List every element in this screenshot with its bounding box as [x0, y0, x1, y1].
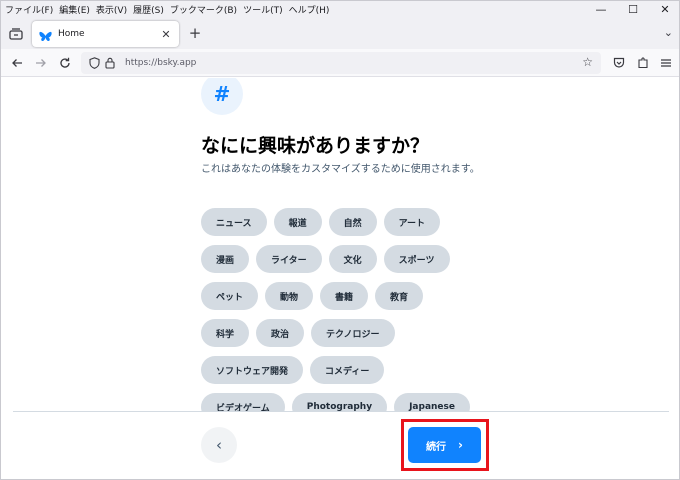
tab-home[interactable]: Home ✕ — [32, 21, 179, 47]
interest-chip-art[interactable]: アート — [383, 208, 441, 236]
back-arrow-icon[interactable] — [8, 54, 26, 72]
interest-chip-japanese[interactable]: Japanese — [394, 393, 470, 411]
interest-chip-technology[interactable]: テクノロジー — [311, 319, 395, 347]
interest-chip-writers[interactable]: ライター — [256, 245, 322, 273]
forward-arrow-icon[interactable] — [32, 54, 50, 72]
menu-tools[interactable]: ツール(T) — [243, 3, 283, 16]
footer-divider — [13, 411, 669, 412]
interest-chip-software-dev[interactable]: ソフトウェア開発 — [201, 356, 304, 384]
chip-row: ビデオゲーム Photography Japanese — [201, 393, 501, 411]
chevron-left-icon: ‹ — [216, 436, 222, 454]
reload-icon[interactable] — [56, 54, 74, 72]
chip-row: ソフトウェア開発 コメディー — [201, 356, 501, 384]
bluesky-butterfly-icon — [39, 28, 52, 42]
chevron-right-icon: › — [458, 438, 463, 452]
page-title: なにに興味がありますか？ — [201, 135, 430, 157]
interest-chip-news[interactable]: ニュース — [201, 208, 267, 236]
chip-row: 科学 政治 テクノロジー — [201, 319, 501, 347]
interest-chip-comedy[interactable]: コメディー — [310, 356, 385, 384]
save-to-pocket-icon[interactable] — [610, 54, 628, 72]
overflow-menu-icon[interactable] — [657, 54, 675, 72]
extensions-icon[interactable] — [634, 54, 652, 72]
tab-title: Home — [58, 29, 85, 39]
interest-chip-sports[interactable]: スポーツ — [383, 245, 450, 273]
menu-help[interactable]: ヘルプ(H) — [289, 3, 330, 16]
menu-bar: ファイル(F) 編集(E) 表示(V) 履歴(S) ブックマーク(B) ツール(… — [1, 1, 679, 18]
interest-chip-pets[interactable]: ペット — [201, 282, 259, 310]
new-tab-button[interactable]: + — [187, 24, 203, 42]
interest-chips: ニュース 報道 自然 アート 漫画 ライター 文化 スポーツ ペット 動物 書籍… — [201, 208, 501, 411]
browser-window: ファイル(F) 編集(E) 表示(V) 履歴(S) ブックマーク(B) ツール(… — [0, 0, 680, 480]
back-button[interactable]: ‹ — [201, 427, 237, 463]
interest-chip-education[interactable]: 教育 — [375, 282, 424, 310]
tab-list-icon[interactable] — [6, 25, 26, 43]
continue-button[interactable]: 続行 › — [408, 427, 481, 463]
menu-view[interactable]: 表示(V) — [96, 3, 127, 16]
chip-row: ペット 動物 書籍 教育 — [201, 282, 501, 310]
chevron-down-icon[interactable]: ⌄ — [664, 26, 673, 39]
menu-edit[interactable]: 編集(E) — [59, 3, 90, 16]
interest-chip-journalism[interactable]: 報道 — [273, 208, 322, 236]
chip-row: 漫画 ライター 文化 スポーツ — [201, 245, 501, 273]
hash-icon: # — [201, 78, 243, 115]
interest-chip-politics[interactable]: 政治 — [256, 319, 305, 347]
interest-chip-photography[interactable]: Photography — [291, 393, 388, 411]
page-content: # なにに興味がありますか？ これはあなたの体験をカスタマイズするために使用され… — [1, 78, 679, 479]
bookmark-star-icon[interactable]: ☆ — [582, 55, 593, 69]
interest-chip-animals[interactable]: 動物 — [265, 282, 314, 310]
interest-chip-books[interactable]: 書籍 — [320, 282, 369, 310]
lock-icon[interactable] — [103, 56, 117, 70]
chip-row: ニュース 報道 自然 アート — [201, 208, 501, 236]
page-subtitle: これはあなたの体験をカスタマイズするために使用されます。 — [201, 164, 480, 175]
minimize-button[interactable]: — — [585, 1, 617, 18]
tab-close-icon[interactable]: ✕ — [158, 28, 174, 41]
menu-file[interactable]: ファイル(F) — [5, 3, 53, 16]
navigation-bar: https://bsky.app ☆ — [1, 49, 679, 77]
close-window-button[interactable]: ✕ — [649, 1, 679, 18]
url-text[interactable]: https://bsky.app — [125, 58, 196, 68]
interest-chip-video-games[interactable]: ビデオゲーム — [201, 393, 285, 411]
window-controls: — ☐ ✕ — [585, 1, 679, 18]
url-bar[interactable]: https://bsky.app ☆ — [81, 52, 601, 74]
interest-chip-science[interactable]: 科学 — [201, 319, 250, 347]
continue-label: 続行 — [426, 441, 447, 453]
menu-bookmarks[interactable]: ブックマーク(B) — [170, 3, 237, 16]
shield-icon[interactable] — [87, 56, 101, 70]
interest-chip-comics[interactable]: 漫画 — [201, 245, 250, 273]
tab-bar: Home ✕ + ⌄ — [1, 18, 679, 49]
interest-chip-nature[interactable]: 自然 — [328, 208, 377, 236]
interest-chip-culture[interactable]: 文化 — [328, 245, 377, 273]
maximize-button[interactable]: ☐ — [617, 1, 649, 18]
menu-history[interactable]: 履歴(S) — [133, 3, 164, 16]
